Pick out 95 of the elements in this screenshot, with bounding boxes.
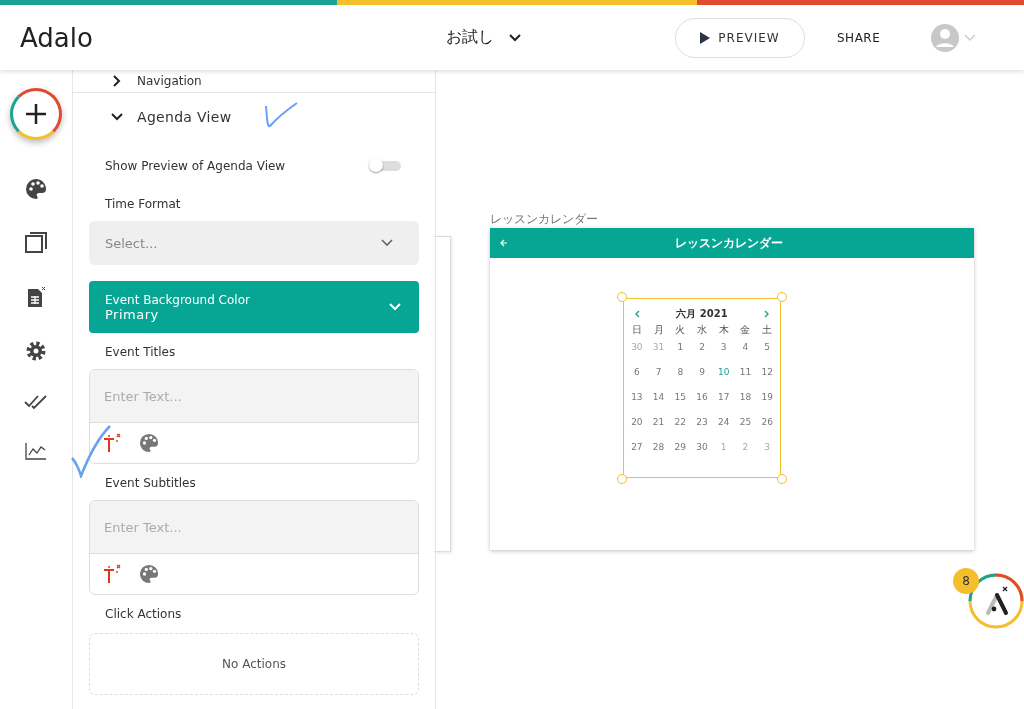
previous-month-icon[interactable]	[634, 310, 640, 318]
text-input-field[interactable]: Enter Text...	[90, 370, 418, 423]
back-arrow-icon	[500, 239, 508, 247]
help-button-icon[interactable]	[968, 573, 1024, 629]
section-header[interactable]: Navigation	[73, 70, 435, 93]
calendar-day[interactable]: 30	[691, 437, 713, 462]
chevron-icon	[381, 239, 393, 247]
screen-label: レッスンカレンダー	[490, 212, 598, 226]
calendar-day[interactable]: 7	[647, 362, 670, 387]
play-icon	[700, 31, 711, 44]
calendar-day[interactable]: 30	[626, 337, 648, 362]
calendar-day[interactable]: 5	[756, 337, 778, 362]
screens-icon[interactable]	[25, 232, 47, 254]
preview-button[interactable]: PREVIEW	[675, 17, 805, 58]
calendar-day[interactable]: 8	[669, 362, 692, 387]
calendar-day[interactable]: 10	[712, 362, 735, 387]
palette-icon[interactable]	[139, 564, 159, 584]
app-screen-title: レッスンカレンダー	[674, 234, 784, 252]
calendar-day[interactable]: 20	[626, 412, 648, 437]
app-name-dropdown[interactable]: お試し	[440, 26, 528, 49]
resize-handle[interactable]	[777, 292, 787, 302]
calendar-day[interactable]: 2	[734, 437, 757, 462]
magic-text-icon[interactable]	[103, 433, 123, 453]
calendar-day[interactable]: 31	[647, 337, 670, 362]
resize-handle[interactable]	[617, 474, 627, 484]
pen-check-mark-icon	[263, 100, 299, 130]
weekday-label: 土	[761, 323, 774, 337]
chevron-icon	[111, 111, 123, 123]
calendar-day[interactable]: 15	[669, 387, 692, 412]
text-input-field[interactable]: Enter Text...	[90, 501, 418, 554]
calendar-day[interactable]: 1	[669, 337, 692, 362]
toggle-label: Show Preview of Agenda View	[105, 159, 286, 173]
event-background-color-select[interactable]: Event Background Color Primary	[89, 281, 419, 333]
month-title: 六月 2021	[676, 307, 728, 321]
app-screen[interactable]: レッスンカレンダー 六月 2021 日 月 火 水 木 金 土 30 31 1 2 3 4 5 6 7 8 9 10 11 12 13 14 15 16 17 18 19 20 21 22 23 24 25 26 27 28 29 30 1 2 3	[490, 228, 974, 550]
resize-handle[interactable]	[777, 474, 787, 484]
caret-icon	[508, 32, 522, 43]
calendar-day[interactable]: 6	[626, 362, 648, 387]
calendar-day[interactable]: 18	[734, 387, 757, 412]
calendar-day[interactable]: 16	[691, 387, 713, 412]
calendar-day[interactable]: 4	[734, 337, 757, 362]
double-check-icon[interactable]	[24, 394, 48, 410]
calendar-day[interactable]: 19	[756, 387, 778, 412]
section-title: Agenda View	[137, 109, 232, 125]
weekday-label: 日	[630, 323, 643, 337]
chevron-icon	[389, 303, 401, 311]
calendar-day[interactable]: 23	[691, 412, 713, 437]
weekday-label: 火	[674, 323, 687, 337]
field-label: Event Titles	[104, 344, 177, 361]
calendar-day[interactable]: 13	[626, 387, 648, 412]
calendar-day[interactable]: 12	[756, 362, 778, 387]
calendar-widget[interactable]: 六月 2021 日 月 火 水 木 金 土 30 31 1 2 3 4 5 6 7 8 9 10 11 12 13 14 15 16 17 18 19 20 21 22 23 24 25 26 27 28 29 30 1 2 3	[623, 298, 781, 478]
calendar-day[interactable]: 3	[712, 337, 735, 362]
field-label: Click Actions	[104, 606, 183, 623]
field-label: Event Subtitles	[104, 475, 197, 492]
palette-icon[interactable]	[25, 178, 47, 200]
logo[interactable]: Adalo	[20, 22, 440, 53]
calendar-day[interactable]: 11	[734, 362, 757, 387]
calendar-day[interactable]: 3	[756, 437, 778, 462]
section-header[interactable]: Agenda View	[73, 93, 435, 141]
chevron-icon	[111, 75, 123, 87]
palette-icon[interactable]	[139, 433, 159, 453]
calendar-day[interactable]: 1	[712, 437, 735, 462]
share-button[interactable]: SHARE	[831, 29, 887, 46]
weekday-label: 月	[652, 323, 665, 337]
empty-actions-text: No Actions	[222, 657, 286, 671]
field-label: Time Format	[104, 196, 182, 213]
database-icon[interactable]	[25, 286, 47, 308]
calendar-day[interactable]: 27	[626, 437, 648, 462]
pen-check-mark-icon	[70, 424, 112, 478]
resize-handle[interactable]	[617, 292, 627, 302]
weekday-label: 水	[696, 323, 708, 337]
analytics-icon[interactable]	[25, 442, 47, 460]
calendar-day[interactable]: 24	[712, 412, 735, 437]
calendar-day[interactable]: 2	[691, 337, 713, 362]
calendar-day[interactable]: 28	[647, 437, 670, 462]
settings-icon[interactable]	[25, 340, 47, 362]
magic-text-icon[interactable]	[103, 564, 123, 584]
calendar-day[interactable]: 29	[669, 437, 692, 462]
plus-icon	[24, 102, 48, 126]
calendar-day[interactable]: 17	[712, 387, 735, 412]
calendar-day[interactable]: 21	[647, 412, 670, 437]
calendar-day[interactable]: 9	[691, 362, 713, 387]
add-component-button[interactable]	[10, 88, 62, 140]
weekday-label: 木	[717, 323, 730, 337]
section-title: Navigation	[137, 74, 202, 88]
time-format-select[interactable]: Select...	[89, 221, 419, 265]
weekday-label: 金	[739, 323, 752, 337]
next-month-icon[interactable]	[764, 310, 770, 318]
calendar-day[interactable]: 22	[669, 412, 692, 437]
calendar-day[interactable]: 25	[734, 412, 757, 437]
preview-toggle[interactable]	[371, 161, 401, 171]
calendar-day[interactable]: 14	[647, 387, 670, 412]
calendar-day[interactable]: 26	[756, 412, 778, 437]
notification-badge: 8	[953, 568, 979, 594]
